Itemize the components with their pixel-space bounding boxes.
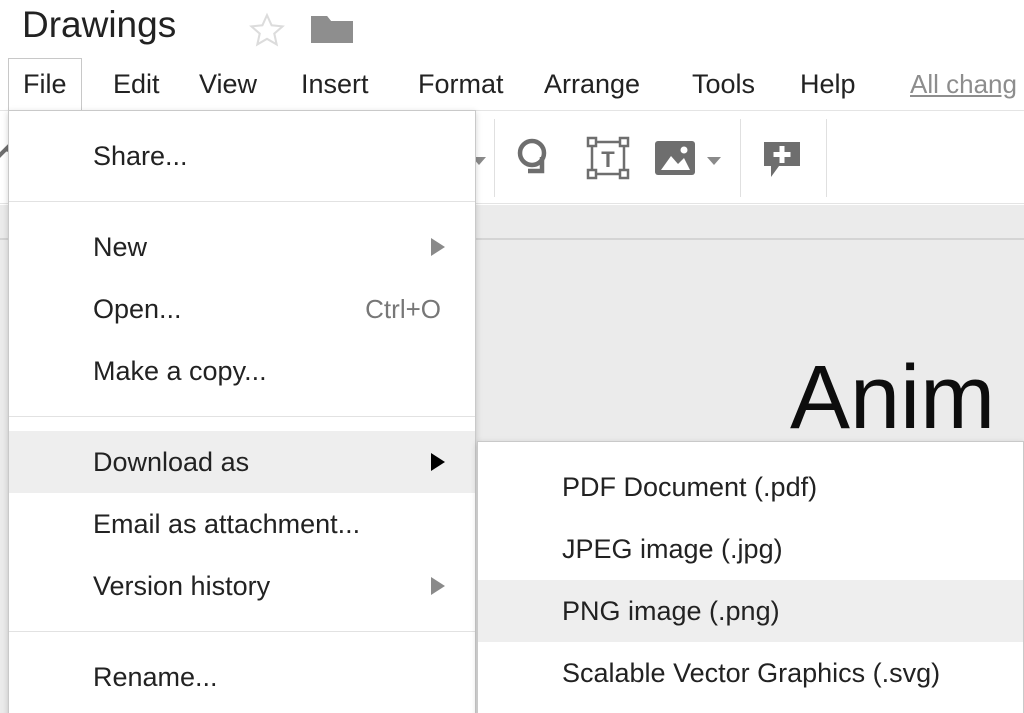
add-comment-icon[interactable] [757,133,807,183]
menu-item-new[interactable]: New [9,216,475,278]
menu-view[interactable]: View [185,58,271,110]
menu-item-shortcut: Ctrl+O [365,294,441,324]
text-box-icon[interactable]: T [583,133,633,183]
menu-edit[interactable]: Edit [99,58,174,110]
menu-insert[interactable]: Insert [287,58,383,110]
menu-tools[interactable]: Tools [678,58,769,110]
toolbar-separator [494,119,495,197]
menu-item-open[interactable]: Open... Ctrl+O [9,278,475,340]
menu-group: PDF Document (.pdf) JPEG image (.jpg) PN… [478,442,1023,713]
chevron-down-icon[interactable] [707,157,721,165]
menu-group: Download as Email as attachment... Versi… [9,417,475,631]
menu-bar: File Edit View Insert Format Arrange Too… [0,58,1024,111]
submenu-item-jpeg[interactable]: JPEG image (.jpg) [478,518,1023,580]
canvas-text-object[interactable]: Anim [790,353,995,443]
menu-item-label: New [93,232,148,262]
google-drawings-window: Drawings File Edit View Insert Format Ar… [0,0,1024,713]
menu-item-label: Version history [93,571,271,601]
star-outline-icon[interactable] [247,11,287,49]
title-bar: Drawings [0,0,1024,58]
download-as-submenu: PDF Document (.pdf) JPEG image (.jpg) PN… [477,441,1024,713]
menu-item-label: Email as attachment... [93,509,361,539]
menu-group: New Open... Ctrl+O Make a copy... [9,202,475,416]
menu-item-download-as[interactable]: Download as [9,431,475,493]
save-status-link[interactable]: All chang [910,58,1024,110]
submenu-item-pdf[interactable]: PDF Document (.pdf) [478,456,1023,518]
menu-item-label: Make a copy... [93,356,267,386]
menu-format[interactable]: Format [404,58,518,110]
shape-icon[interactable] [512,133,562,183]
toolbar-separator [826,119,827,197]
toolbar-separator [740,119,741,197]
menu-item-label: Share... [93,141,188,171]
submenu-arrow-icon [431,238,445,256]
menu-arrange[interactable]: Arrange [530,58,654,110]
menu-help[interactable]: Help [786,58,870,110]
menu-item-email-as-attachment[interactable]: Email as attachment... [9,493,475,555]
submenu-arrow-icon [431,453,445,471]
menu-group: Rename... [9,632,475,713]
menu-item-make-a-copy[interactable]: Make a copy... [9,340,475,402]
menu-item-label: Rename... [93,662,218,692]
menu-item-version-history[interactable]: Version history [9,555,475,617]
folder-icon[interactable] [310,12,354,46]
svg-text:T: T [601,147,615,172]
file-menu-dropdown: Share... New Open... Ctrl+O Make a copy.… [8,110,476,713]
menu-item-label: Download as [93,447,250,477]
page-title[interactable]: Drawings [22,4,176,46]
submenu-item-png[interactable]: PNG image (.png) [478,580,1023,642]
image-icon[interactable] [650,133,700,183]
menu-group: Share... [9,111,475,201]
submenu-item-svg[interactable]: Scalable Vector Graphics (.svg) [478,642,1023,704]
submenu-arrow-icon [431,577,445,595]
menu-item-rename[interactable]: Rename... [9,646,475,708]
menu-item-label: Open... [93,294,182,324]
menu-item-share[interactable]: Share... [9,125,475,187]
menu-file[interactable]: File [8,58,82,111]
